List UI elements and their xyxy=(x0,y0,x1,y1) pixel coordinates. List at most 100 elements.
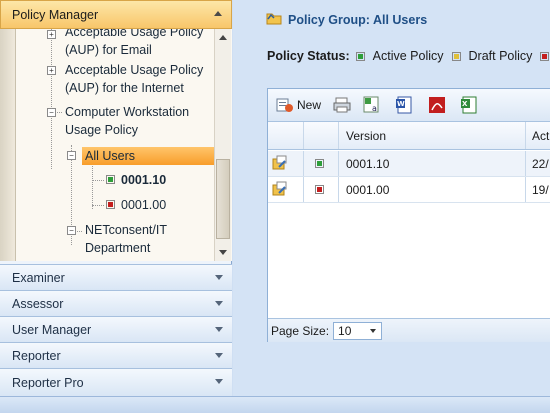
collapse-toggle-icon[interactable]: − xyxy=(67,226,76,235)
export-word-icon[interactable]: W xyxy=(395,96,413,114)
draft-status-icon xyxy=(106,200,115,209)
accordion-label: Examiner xyxy=(12,270,65,285)
tree-guide-line xyxy=(92,180,104,181)
column-divider xyxy=(338,151,339,176)
tree-node-workstation-policy[interactable]: Computer Workstation Usage Policy xyxy=(65,103,189,139)
tree-node-label: 0001.00 xyxy=(121,198,167,212)
draft-status-icon xyxy=(315,185,324,194)
print-icon[interactable] xyxy=(333,96,351,114)
svg-text:a: a xyxy=(372,104,377,113)
collapse-toggle-icon[interactable]: − xyxy=(67,151,76,160)
legend-label: Draft Policy xyxy=(468,49,533,63)
policy-manager-header[interactable]: Policy Manager xyxy=(0,0,232,29)
export-excel-icon[interactable]: X xyxy=(460,96,478,114)
accordion-label: User Manager xyxy=(12,322,92,337)
scroll-down-icon[interactable] xyxy=(219,250,227,255)
tree-node-all-users[interactable]: All Users xyxy=(85,147,135,165)
status-label: Policy Status: xyxy=(267,49,350,63)
policy-status-legend: Policy Status: Active Policy Draft Polic… xyxy=(267,49,550,63)
chevron-down-icon xyxy=(215,301,223,306)
column-divider xyxy=(338,122,339,149)
policy-edit-icon[interactable] xyxy=(272,155,288,171)
tree-node-label: Computer Workstation xyxy=(65,105,190,119)
page-size-label: Page Size: xyxy=(271,323,330,338)
page-title: Policy Group: All Users xyxy=(288,10,427,30)
draft-status-icon xyxy=(451,51,461,61)
page-title-text: Policy Group: All Users xyxy=(288,13,428,27)
export-pdf-icon[interactable] xyxy=(428,96,446,114)
date-cell: 19/ xyxy=(532,183,549,197)
version-cell: 0001.10 xyxy=(346,157,390,171)
chevron-down-icon xyxy=(215,353,223,358)
grid-header: Version Act xyxy=(268,122,550,150)
column-divider xyxy=(303,151,304,176)
chevron-down-icon xyxy=(215,327,223,332)
policy-edit-icon[interactable] xyxy=(272,181,288,197)
column-divider xyxy=(338,177,339,202)
tree-node-label: 0001.10 xyxy=(121,173,167,187)
chevron-up-icon xyxy=(214,11,222,16)
new-button[interactable]: New xyxy=(276,96,321,114)
policy-tree: + Acceptable Usage Policy (AUP) for Emai… xyxy=(0,29,232,261)
column-divider xyxy=(525,177,526,202)
tree-node-label: NETconsent/IT xyxy=(85,223,167,237)
tree-guide-line xyxy=(51,29,52,169)
column-divider xyxy=(303,122,304,149)
page-size-value: 10 xyxy=(338,323,352,338)
collapse-toggle-icon[interactable]: − xyxy=(47,108,56,117)
active-status-icon xyxy=(355,51,365,61)
tree-guide-line xyxy=(92,205,104,206)
tree-scrollbar[interactable] xyxy=(214,29,231,261)
accordion-label: Assessor xyxy=(12,296,64,311)
legend-suspended: Su xyxy=(540,49,550,63)
suspended-status-icon xyxy=(540,51,550,61)
tree-node-netconsent[interactable]: NETconsent/IT Department xyxy=(85,221,167,257)
accordion-label: Reporter xyxy=(12,348,61,363)
folder-icon xyxy=(266,13,282,25)
tree-gutter xyxy=(0,29,16,261)
legend-draft: Draft Policy xyxy=(451,49,533,63)
tree-node-aup-internet[interactable]: Acceptable Usage Policy (AUP) for the In… xyxy=(65,61,203,97)
accordion-examiner[interactable]: Examiner xyxy=(0,264,232,290)
accordion-label: Reporter Pro xyxy=(12,375,84,390)
accordion-reporter-pro[interactable]: Reporter Pro xyxy=(0,368,232,396)
expand-toggle-icon[interactable]: + xyxy=(47,30,56,39)
policy-manager-title: Policy Manager xyxy=(12,7,99,22)
column-header-version[interactable]: Version xyxy=(346,129,386,143)
status-bar xyxy=(0,396,550,413)
accordion-reporter[interactable]: Reporter xyxy=(0,342,232,368)
date-cell: 22/ xyxy=(532,157,549,171)
column-divider xyxy=(525,151,526,176)
tree-node-version[interactable]: 0001.00 xyxy=(121,196,166,214)
tree-node-label: Acceptable Usage Policy xyxy=(65,63,204,77)
table-row[interactable]: 0001.10 22/ xyxy=(268,151,550,177)
tree-node-label: (AUP) for the Internet xyxy=(65,81,184,95)
policy-versions-grid: New a W X Version Act 0001.10 22/ 0001.0… xyxy=(267,88,550,342)
new-document-icon xyxy=(276,98,293,112)
chevron-down-icon xyxy=(215,275,223,280)
column-header-active-date[interactable]: Act xyxy=(532,129,549,143)
left-panel: Policy Manager + Acceptable Usage Policy… xyxy=(0,0,232,396)
main-panel: Policy Group: All Users Policy Status: A… xyxy=(233,0,550,396)
table-row[interactable]: 0001.00 19/ xyxy=(268,177,550,203)
tree-guide-line xyxy=(92,161,93,209)
tree-node-label: Usage Policy xyxy=(65,123,138,137)
export-text-icon[interactable]: a xyxy=(363,96,381,114)
scroll-thumb[interactable] xyxy=(216,159,230,239)
svg-text:W: W xyxy=(397,100,405,108)
tree-node-label: Department xyxy=(85,241,151,255)
active-status-icon xyxy=(106,175,115,184)
tree-node-version[interactable]: 0001.10 xyxy=(121,171,166,189)
tree-node-label: All Users xyxy=(85,149,136,163)
dropdown-arrow-icon xyxy=(370,328,377,333)
page-size-select[interactable]: 10 xyxy=(333,321,383,340)
tree-node-aup-email[interactable]: Acceptable Usage Policy (AUP) for Email xyxy=(65,29,203,59)
scroll-up-icon[interactable] xyxy=(219,35,227,40)
legend-label: Active Policy xyxy=(372,49,444,63)
accordion-user-manager[interactable]: User Manager xyxy=(0,316,232,342)
expand-toggle-icon[interactable]: + xyxy=(47,66,56,75)
legend-active: Active Policy xyxy=(355,49,444,63)
new-button-label: New xyxy=(297,98,322,112)
grid-toolbar: New a W X xyxy=(268,89,550,122)
accordion-assessor[interactable]: Assessor xyxy=(0,290,232,316)
